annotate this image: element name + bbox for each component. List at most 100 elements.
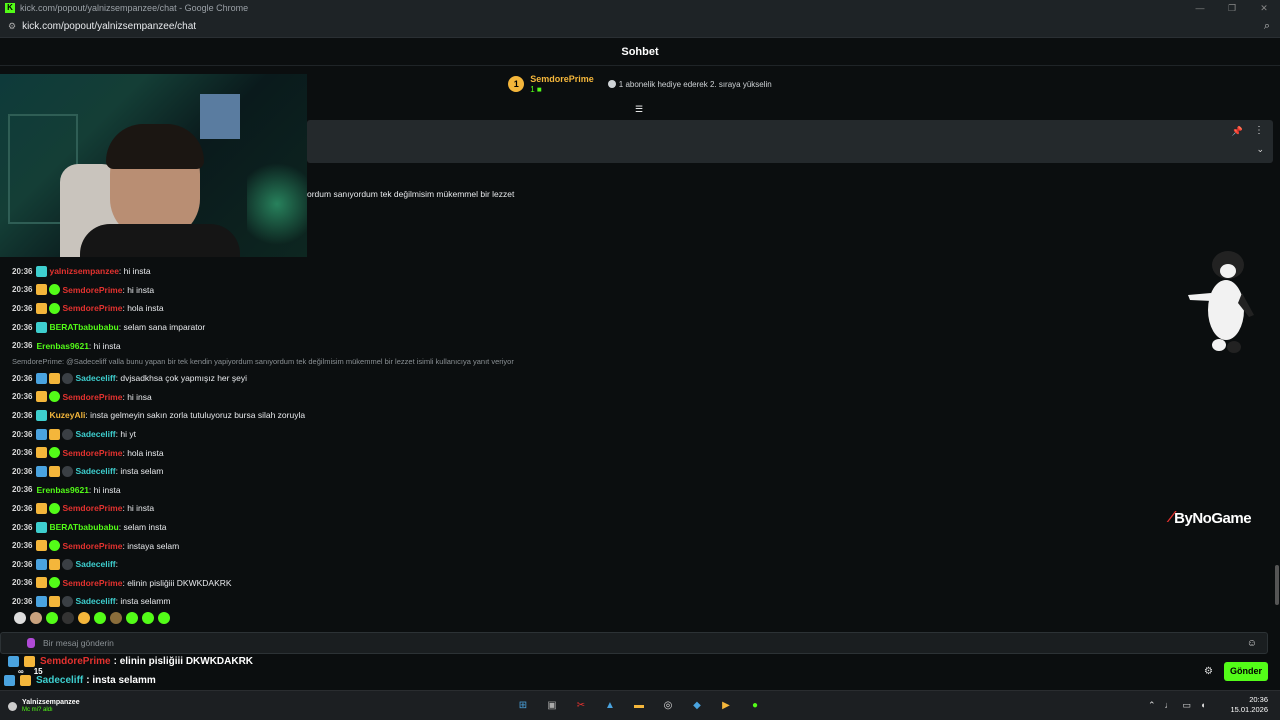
- obs-icon[interactable]: ◎: [659, 696, 677, 714]
- message-username[interactable]: Sadeceliff: [75, 596, 115, 606]
- emote-icon[interactable]: [46, 612, 58, 624]
- emote-icon[interactable]: [78, 612, 90, 624]
- emoji-picker-icon[interactable]: ☺: [1247, 638, 1257, 649]
- chat-settings-gear-icon[interactable]: ⚙: [1204, 666, 1213, 677]
- message-timestamp: 20:36: [12, 285, 33, 295]
- file-explorer-icon[interactable]: ▬: [630, 696, 648, 714]
- emote-icon[interactable]: [62, 612, 74, 624]
- message-text: : hi insta: [88, 484, 121, 495]
- message-username[interactable]: BERATbabubabu: [49, 322, 118, 332]
- chat-message[interactable]: 20:36 Sadeceliff: insta selamm: [12, 592, 712, 611]
- message-username[interactable]: Sadeceliff: [75, 559, 115, 569]
- message-username[interactable]: SemdorePrime: [62, 503, 122, 513]
- gold-badge-icon: [36, 540, 48, 552]
- emote-icon[interactable]: [110, 612, 122, 624]
- message-timestamp: 20:36: [12, 373, 33, 383]
- teal-badge-icon: [36, 521, 48, 533]
- chat-message[interactable]: 20:36 Erenbas9621: hi insta: [12, 481, 712, 500]
- zoom-icon[interactable]: ⌕: [1264, 20, 1270, 33]
- leader-name[interactable]: SemdorePrime: [530, 74, 594, 85]
- task-view-icon[interactable]: ▣: [543, 696, 561, 714]
- message-username[interactable]: SemdorePrime: [62, 448, 122, 458]
- message-username[interactable]: SemdorePrime: [62, 285, 122, 295]
- chat-message[interactable]: 20:36 SemdorePrime: elinin pisliğiii DKWK…: [12, 574, 712, 593]
- microphone-icon[interactable]: ♩: [1165, 700, 1174, 711]
- address-bar[interactable]: ⚙ kick.com/popout/yalnizsempanzee/chat ⌕: [0, 16, 1280, 38]
- green-badge-icon: [49, 447, 61, 459]
- chat-message[interactable]: 20:36 Sadeceliff: dvjsadkhsa çok yapmışız…: [12, 369, 712, 388]
- browser-titlebar: K kick.com/popout/yalnizsempanzee/chat -…: [0, 0, 1280, 16]
- message-username[interactable]: Sadeceliff: [75, 466, 115, 476]
- emote-icon[interactable]: [14, 612, 26, 624]
- message-username[interactable]: KuzeyAli: [49, 410, 85, 420]
- reply-context[interactable]: SemdorePrime: @Sadeceliff valla bunu yap…: [12, 355, 712, 369]
- message-username[interactable]: Sadeceliff: [75, 429, 115, 439]
- chevron-down-icon[interactable]: ⌄: [1256, 144, 1264, 155]
- photos-icon[interactable]: ▲: [601, 696, 619, 714]
- site-info-icon[interactable]: ⚙: [8, 21, 16, 32]
- leader-hint: 1 abonelik hediye ederek 2. sıraya yükse…: [607, 80, 772, 89]
- message-text: : insta selam: [115, 466, 164, 477]
- url-text[interactable]: kick.com/popout/yalnizsempanzee/chat: [22, 21, 196, 32]
- chat-message[interactable]: 20:36 SemdorePrime: hola insta: [12, 299, 712, 318]
- steam-icon[interactable]: ◆: [688, 696, 706, 714]
- message-username[interactable]: SemdorePrime: [62, 578, 122, 588]
- pin-icon[interactable]: 📌: [1232, 126, 1243, 137]
- message-username[interactable]: SemdorePrime: [62, 541, 122, 551]
- tray-overflow-icon[interactable]: ⌃: [1148, 700, 1156, 711]
- chat-scrollbar[interactable]: [1275, 565, 1279, 605]
- emote-icon[interactable]: [126, 612, 138, 624]
- identity-icon[interactable]: [27, 638, 35, 648]
- collapse-leaderboard-icon[interactable]: ☰: [635, 104, 643, 115]
- chrome-icon[interactable]: ●: [746, 696, 764, 714]
- gold-badge-icon: [36, 302, 48, 314]
- message-text: : hi insta: [88, 340, 121, 351]
- message-username[interactable]: BERATbabubabu: [49, 522, 118, 532]
- chat-message[interactable]: 20:36 SemdorePrime: hola insta: [12, 443, 712, 462]
- clock-date: 15.01.2026: [1230, 705, 1268, 714]
- message-username[interactable]: SemdorePrime: [62, 303, 122, 313]
- dark-badge-icon: [62, 558, 74, 570]
- restore-button[interactable]: ❐: [1216, 0, 1248, 16]
- taskbar-stream-widget[interactable]: Yalnizsempanzee Mc mi? aldı: [8, 699, 80, 714]
- overlay-text: : insta selamm: [86, 675, 156, 686]
- display-icon[interactable]: ▭: [1183, 700, 1192, 711]
- chat-input-field[interactable]: Bir mesaj gönderin ☺: [0, 632, 1268, 654]
- message-username[interactable]: yalnizsempanzee: [49, 266, 118, 276]
- snipping-tool-icon[interactable]: ✂: [572, 696, 590, 714]
- webcam-poster: [200, 94, 240, 139]
- teal-badge-icon: [36, 265, 48, 277]
- emote-icon[interactable]: [158, 612, 170, 624]
- emote-icon[interactable]: [30, 612, 42, 624]
- chat-message[interactable]: 20:36 Sadeceliff: insta selam: [12, 462, 712, 481]
- close-button[interactable]: ✕: [1248, 0, 1280, 16]
- message-username[interactable]: Erenbas9621: [36, 341, 88, 351]
- message-username[interactable]: Sadeceliff: [75, 373, 115, 383]
- minimize-button[interactable]: —: [1184, 0, 1216, 16]
- message-username[interactable]: SemdorePrime: [62, 392, 122, 402]
- chat-message[interactable]: 20:36 SemdorePrime: hi insta: [12, 499, 712, 518]
- windows-start-icon[interactable]: ⊞: [514, 696, 532, 714]
- more-options-icon[interactable]: ⋮: [1254, 125, 1264, 136]
- taskbar-clock[interactable]: 20:36 15.01.2026: [1226, 695, 1268, 715]
- send-button[interactable]: Gönder: [1224, 662, 1268, 681]
- emote-icon[interactable]: [142, 612, 154, 624]
- message-username[interactable]: Erenbas9621: [36, 485, 88, 495]
- message-timestamp: 20:36: [12, 410, 33, 420]
- media-player-icon[interactable]: ▶: [717, 696, 735, 714]
- emote-icon[interactable]: [94, 612, 106, 624]
- chat-message[interactable]: 20:36 SemdorePrime: instaya selam: [12, 536, 712, 555]
- chat-message[interactable]: 20:36 SemdorePrime: hi insa: [12, 388, 712, 407]
- volume-icon[interactable]: ◖: [1200, 700, 1205, 711]
- chat-message[interactable]: 20:36 Sadeceliff: hi yt: [12, 425, 712, 444]
- pinned-message[interactable]: 📌 ⋮ ⌄: [307, 120, 1273, 163]
- chat-messages: 20:36 yalnizsempanzee: hi insta 20:36 Semdo…: [12, 262, 712, 611]
- message-timestamp: 20:36: [12, 578, 33, 588]
- chat-message[interactable]: 20:36 yalnizsempanzee: hi insta: [12, 262, 712, 281]
- chat-message[interactable]: 20:36 SemdorePrime: hi insta: [12, 281, 712, 300]
- chat-message[interactable]: 20:36 KuzeyAli: insta gelmeyin sakın zorl…: [12, 406, 712, 425]
- chat-message[interactable]: 20:36 Erenbas9621: hi insta: [12, 336, 712, 355]
- chat-message[interactable]: 20:36 BERATbabubabu: selam insta: [12, 518, 712, 537]
- chat-message[interactable]: 20:36 BERATbabubabu: selam sana imparator: [12, 318, 712, 337]
- chat-message[interactable]: 20:36 Sadeceliff:: [12, 555, 712, 574]
